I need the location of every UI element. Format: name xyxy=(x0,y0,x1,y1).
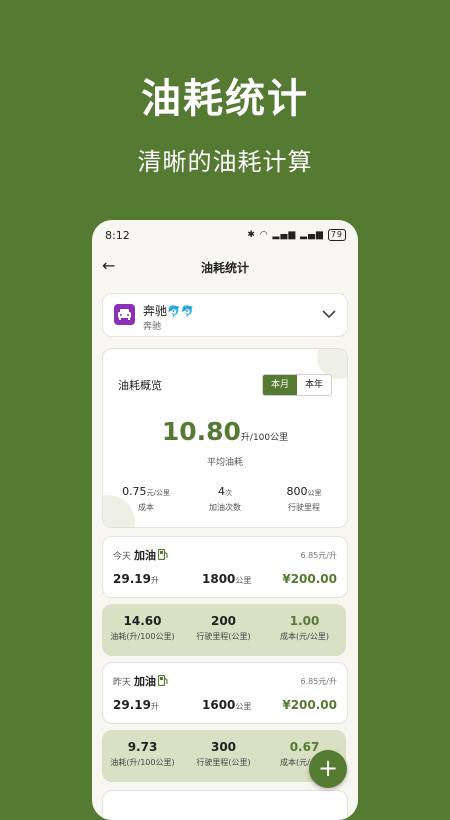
average-value: 10.80 xyxy=(161,417,241,446)
record-amount: ¥200.00 xyxy=(282,698,337,712)
car-icon xyxy=(114,304,135,325)
record-volume: 29.19升 xyxy=(113,572,159,586)
vehicle-name-row: 奔驰🐬🐬 xyxy=(143,302,194,319)
stat-value: 800 xyxy=(286,485,308,498)
vehicle-selector[interactable]: 奔驰🐬🐬 奔驰 xyxy=(102,293,348,337)
stat-value: 0.75 xyxy=(122,485,147,498)
battery-icon: 79 xyxy=(327,229,346,241)
stat-cost: 0.75元/公里 成本 xyxy=(106,480,186,513)
summary-mileage: 200 行驶里程(公里) xyxy=(196,614,251,641)
summary-consumption: 14.60 油耗(升/100公里) xyxy=(110,614,175,641)
stat-mileage: 800公里 行驶里程 xyxy=(264,480,344,513)
phone-screen: 8:12 ✱ ◠ ▂▄▆ ▂▄▆ 79 ← 油耗统计 奔驰🐬🐬 奔驰 油耗概览 … xyxy=(92,220,358,820)
record-distance: 1800公里 xyxy=(202,572,252,586)
add-record-button[interactable]: + xyxy=(309,750,347,788)
fuel-pump-icon xyxy=(158,549,168,560)
overview-label: 油耗概览 xyxy=(118,379,162,392)
stat-unit: 公里 xyxy=(307,489,322,497)
vehicle-name: 奔驰 xyxy=(143,304,168,318)
average-label: 平均油耗 xyxy=(206,458,243,468)
overview-card: 油耗概览 本月 本年 10.80升/100公里 平均油耗 0.75元/公里 成本… xyxy=(102,348,348,528)
refuel-record[interactable] xyxy=(102,790,348,820)
summary-mileage: 300 行驶里程(公里) xyxy=(196,740,251,767)
record-day: 昨天 xyxy=(113,678,132,688)
stat-value: 4 xyxy=(218,485,225,498)
signal-icon: ▂▄▆ xyxy=(272,230,297,240)
period-year-button[interactable]: 本年 xyxy=(297,375,331,395)
stat-unit: 次 xyxy=(225,489,232,497)
refuel-record[interactable]: 今天 加油 6.85元/升 29.19升 1800公里 ¥200.00 xyxy=(102,536,348,598)
summary-consumption: 9.73 油耗(升/100公里) xyxy=(110,740,175,767)
summary-cost: 1.00 成本(元/公里) xyxy=(280,614,329,641)
app-bar: ← 油耗统计 xyxy=(92,256,358,280)
stat-label: 加油次数 xyxy=(209,503,241,512)
dolphin-emoji-icon: 🐬🐬 xyxy=(167,305,195,318)
stat-label: 行驶里程 xyxy=(288,503,320,512)
record-action: 加油 xyxy=(134,549,156,562)
average-unit: 升/100公里 xyxy=(240,433,289,443)
bluetooth-icon: ✱ xyxy=(247,230,256,240)
stat-unit: 元/公里 xyxy=(146,489,170,497)
stat-label: 成本 xyxy=(138,503,154,512)
stat-refuel-count: 4次 加油次数 xyxy=(185,480,265,513)
hero-title: 油耗统计 xyxy=(141,76,309,122)
fuel-pump-icon xyxy=(158,675,168,686)
vehicle-subtitle: 奔驰 xyxy=(143,322,162,332)
page-title: 油耗统计 xyxy=(200,261,249,275)
record-price: 6.85元/升 xyxy=(300,677,337,686)
record-volume: 29.19升 xyxy=(113,698,159,712)
hero-subtitle: 清晰的油耗计算 xyxy=(137,148,313,176)
period-month-button[interactable]: 本月 xyxy=(263,375,297,395)
status-icons: ✱ ◠ ▂▄▆ ▂▄▆ 79 xyxy=(247,229,346,241)
record-day: 今天 xyxy=(113,552,132,562)
refuel-record[interactable]: 昨天 加油 6.85元/升 29.19升 1600公里 ¥200.00 xyxy=(102,662,348,724)
wifi-icon: ◠ xyxy=(259,230,269,240)
status-bar: 8:12 ✱ ◠ ▂▄▆ ▂▄▆ 79 xyxy=(92,220,358,252)
record-amount: ¥200.00 xyxy=(282,572,337,586)
status-time: 8:12 xyxy=(105,229,130,242)
signal-icon-2: ▂▄▆ xyxy=(300,230,324,240)
average-consumption: 10.80升/100公里 xyxy=(103,417,347,446)
record-distance: 1600公里 xyxy=(202,698,252,712)
chevron-down-icon[interactable] xyxy=(321,308,337,320)
record-summary: 14.60 油耗(升/100公里) 200 行驶里程(公里) 1.00 成本(元… xyxy=(102,604,346,656)
period-toggle: 本月 本年 xyxy=(262,374,332,396)
record-action: 加油 xyxy=(134,675,156,688)
record-price: 6.85元/升 xyxy=(300,551,337,560)
